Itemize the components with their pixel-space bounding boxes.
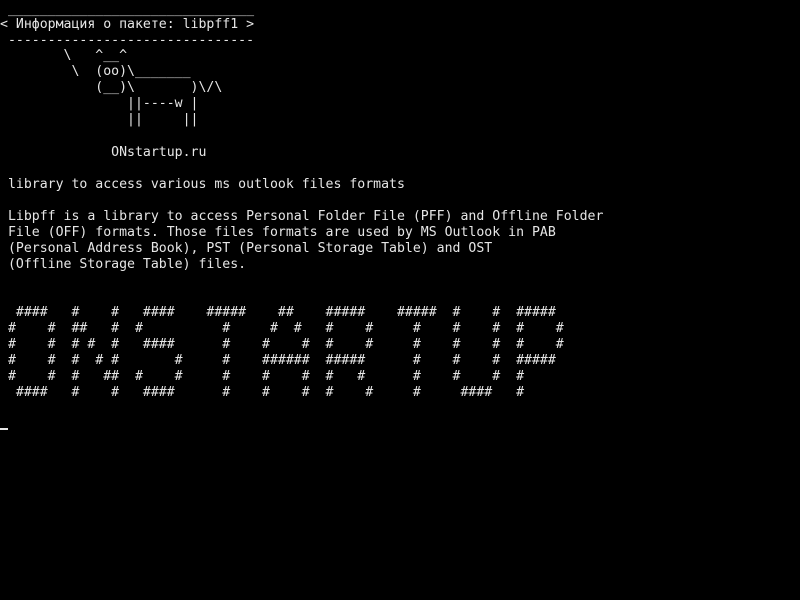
cow-art-line: ||----w | <box>0 96 199 111</box>
cow-art-line: \ ^__^ <box>0 48 128 63</box>
banner-line: # # # # # # # ###### ##### # # # ##### <box>0 353 556 368</box>
banner-line: #### # # #### # # # # # # #### # <box>0 385 525 400</box>
cow-art-line: \ (oo)\_______ <box>0 64 191 79</box>
terminal-screen: _______________________________ < Информ… <box>0 0 800 600</box>
description-line: Libpff is a library to access Personal F… <box>0 209 604 224</box>
package-summary: library to access various ms outlook fil… <box>0 177 405 192</box>
description-line: (Offline Storage Table) files. <box>0 257 247 272</box>
banner-line: #### # # #### ##### ## ##### ##### # # #… <box>0 305 556 320</box>
banner-line: # # # # # #### # # # # # # # # # # <box>0 337 564 352</box>
package-info-title: < Информация о пакете: libpff1 > <box>0 17 255 32</box>
header-border-top: _______________________________ <box>0 2 255 17</box>
cow-art-line: (__)\ )\/\ <box>0 80 223 95</box>
banner-line: # # # ## # # # # # # # # # # # <box>0 369 525 384</box>
cow-art-line: || || <box>0 112 199 127</box>
banner-line: # # ## # # # # # # # # # # # # <box>0 321 564 336</box>
text-cursor[interactable] <box>0 428 8 430</box>
site-label: ONstartup.ru <box>0 145 207 160</box>
description-line: File (OFF) formats. Those files formats … <box>0 225 556 240</box>
header-border-bottom: ------------------------------- <box>0 33 255 48</box>
description-line: (Personal Address Book), PST (Personal S… <box>0 241 493 256</box>
